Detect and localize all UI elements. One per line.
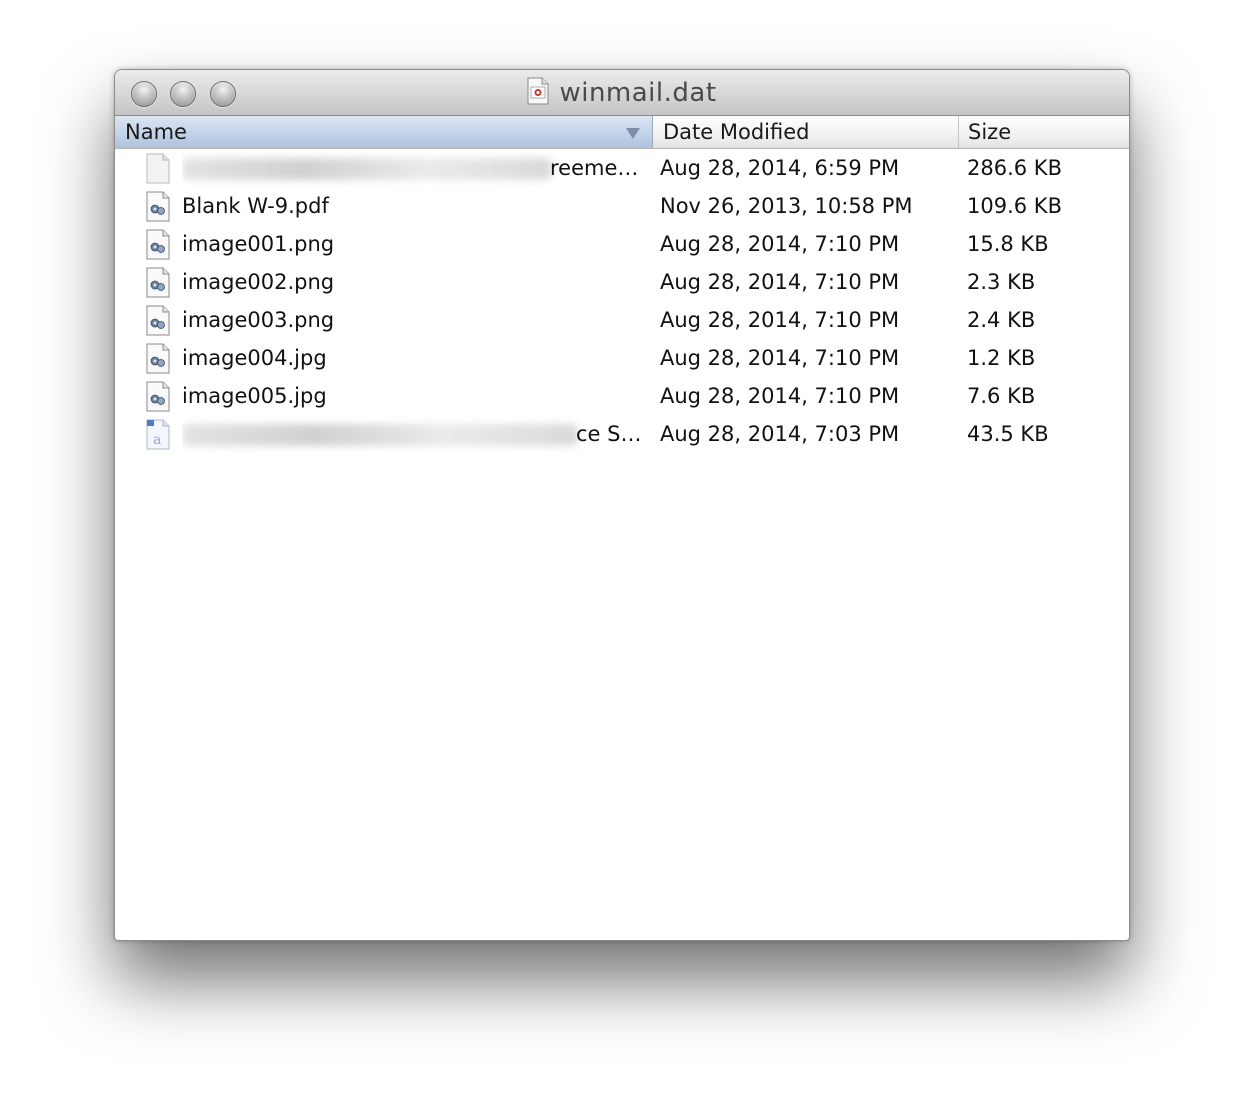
file-row[interactable]: image004.jpg Aug 28, 2014, 7:10 PM 1.2 K… bbox=[115, 339, 1129, 377]
window-title-group: winmail.dat bbox=[115, 70, 1129, 115]
file-name-visible: ce S… bbox=[576, 422, 640, 446]
file-row[interactable]: image005.jpg Aug 28, 2014, 7:10 PM 7.6 K… bbox=[115, 377, 1129, 415]
file-date: Aug 28, 2014, 7:10 PM bbox=[660, 270, 900, 294]
column-header-date-modified[interactable]: Date Modified bbox=[653, 116, 959, 148]
file-row[interactable]: image002.png Aug 28, 2014, 7:10 PM 2.3 K… bbox=[115, 263, 1129, 301]
file-row[interactable]: image003.png Aug 28, 2014, 7:10 PM 2.4 K… bbox=[115, 301, 1129, 339]
file-name: image005.jpg bbox=[182, 384, 327, 408]
file-name: reeme… bbox=[182, 149, 640, 187]
file-date: Aug 28, 2014, 6:59 PM bbox=[660, 156, 900, 180]
document-viewer-icon bbox=[527, 77, 549, 104]
file-date: Aug 28, 2014, 7:10 PM bbox=[660, 232, 900, 256]
title-bar[interactable]: winmail.dat bbox=[115, 70, 1129, 116]
file-size: 2.3 KB bbox=[967, 270, 1036, 294]
file-name: ce S… bbox=[182, 415, 640, 453]
blank-document-icon bbox=[146, 153, 170, 184]
redacted-text bbox=[182, 424, 578, 446]
file-date: Aug 28, 2014, 7:03 PM bbox=[660, 422, 900, 446]
file-size: 7.6 KB bbox=[967, 384, 1036, 408]
file-row[interactable]: reeme… Aug 28, 2014, 6:59 PM 286.6 KB bbox=[115, 149, 1129, 187]
file-browser-window: winmail.dat Name Date Modified Size reem… bbox=[114, 69, 1130, 941]
file-name-visible: reeme… bbox=[550, 156, 639, 180]
file-row[interactable]: image001.png Aug 28, 2014, 7:10 PM 15.8 … bbox=[115, 225, 1129, 263]
file-date: Aug 28, 2014, 7:10 PM bbox=[660, 308, 900, 332]
preview-document-icon bbox=[146, 191, 170, 222]
file-date: Aug 28, 2014, 7:10 PM bbox=[660, 384, 900, 408]
column-header-date-label: Date Modified bbox=[663, 120, 810, 144]
redacted-text bbox=[182, 158, 552, 180]
file-size: 15.8 KB bbox=[967, 232, 1049, 256]
file-list: reeme… Aug 28, 2014, 6:59 PM 286.6 KB Bl… bbox=[115, 149, 1129, 453]
column-header-row: Name Date Modified Size bbox=[115, 116, 1129, 149]
file-name: image003.png bbox=[182, 308, 335, 332]
sort-descending-icon bbox=[626, 128, 640, 139]
preview-document-icon bbox=[146, 267, 170, 298]
file-name: image002.png bbox=[182, 270, 335, 294]
file-row[interactable]: a ce S… Aug 28, 2014, 7:03 PM 43.5 KB bbox=[115, 415, 1129, 453]
file-size: 286.6 KB bbox=[967, 156, 1062, 180]
file-row[interactable]: Blank W-9.pdf Nov 26, 2013, 10:58 PM 109… bbox=[115, 187, 1129, 225]
window-title: winmail.dat bbox=[559, 77, 717, 108]
preview-document-icon bbox=[146, 229, 170, 260]
file-size: 1.2 KB bbox=[967, 346, 1036, 370]
preview-document-icon bbox=[146, 305, 170, 336]
column-header-name-label: Name bbox=[125, 120, 187, 144]
column-header-size-label: Size bbox=[968, 120, 1012, 144]
file-size: 43.5 KB bbox=[967, 422, 1049, 446]
column-header-name[interactable]: Name bbox=[115, 116, 653, 148]
file-name: Blank W-9.pdf bbox=[182, 194, 329, 218]
preview-document-icon bbox=[146, 343, 170, 374]
preview-document-icon bbox=[146, 381, 170, 412]
file-size: 109.6 KB bbox=[967, 194, 1062, 218]
file-name: image004.jpg bbox=[182, 346, 327, 370]
file-date: Aug 28, 2014, 7:10 PM bbox=[660, 346, 900, 370]
column-header-size[interactable]: Size bbox=[959, 116, 1129, 148]
file-name: image001.png bbox=[182, 232, 335, 256]
word-document-icon: a bbox=[146, 419, 170, 450]
file-size: 2.4 KB bbox=[967, 308, 1036, 332]
file-date: Nov 26, 2013, 10:58 PM bbox=[660, 194, 913, 218]
svg-text:a: a bbox=[153, 432, 161, 448]
